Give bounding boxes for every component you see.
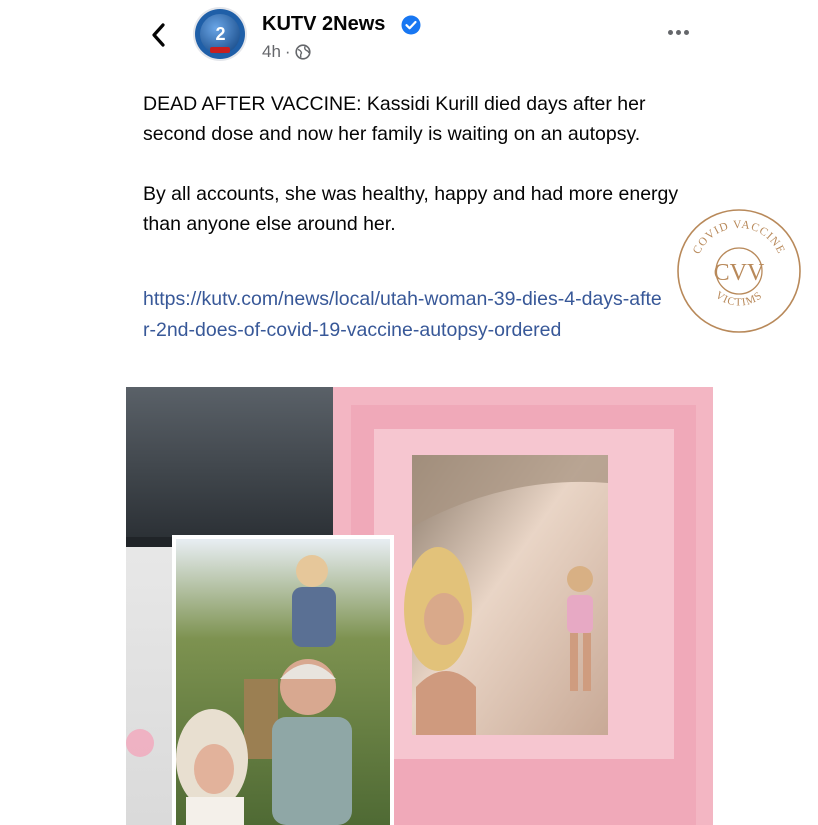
avatar-logo: 2 [200,14,240,54]
svg-text:VICTIMS: VICTIMS [713,289,765,308]
more-horizontal-icon [667,29,673,35]
back-button[interactable] [143,18,173,52]
chevron-left-icon [152,23,165,47]
avatar-number: 2 [215,24,225,44]
meta-separator: · [284,42,291,61]
post-time[interactable]: 4h [262,42,281,62]
page-name[interactable]: KUTV 2News [262,13,385,36]
article-link[interactable]: https://kutv.com/news/local/utah-woman-3… [143,284,663,346]
post-meta: 4h · [262,42,311,62]
post-paragraph: By all accounts, she was healthy, happy … [143,183,679,235]
post-paragraph: DEAD AFTER VACCINE: Kassidi Kurill died … [143,93,646,145]
post-text: DEAD AFTER VACCINE: Kassidi Kurill died … [143,89,703,239]
verified-badge-icon [401,15,421,35]
photo-content [126,387,713,825]
cvv-stamp-watermark: COVID VACCINE CVV VICTIMS [677,209,801,333]
svg-text:COVID VACCINE: COVID VACCINE [691,219,787,256]
page-avatar[interactable]: 2 [195,9,245,59]
stamp-center-text: CVV [714,260,765,286]
stamp-bottom-text: VICTIMS [713,289,764,308]
globe-icon [294,44,311,60]
stamp-top-text: COVID VACCINE [691,219,786,256]
avatar-strip [210,47,230,53]
more-options-button[interactable] [662,22,694,42]
post-photo[interactable] [126,387,713,825]
